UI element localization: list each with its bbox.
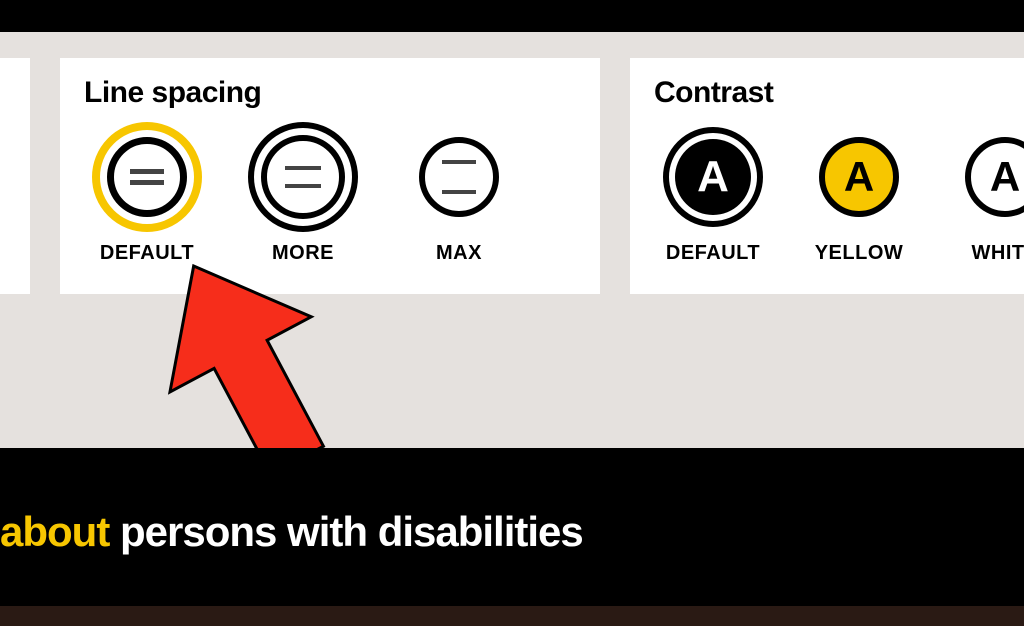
contrast-default-label: DEFAULT	[666, 242, 760, 265]
contrast-default-option[interactable]: A DEFAULT	[658, 122, 768, 265]
line-spacing-options: DEFAULT MORE MAX	[84, 122, 576, 265]
contrast-title: Contrast	[654, 76, 1024, 110]
contrast-white-icon: A	[965, 137, 1024, 217]
contrast-panel: Contrast A DEFAULT A YELLOW A	[630, 58, 1024, 294]
line-spacing-panel: Line spacing DEFAULT MOR	[60, 58, 600, 294]
contrast-options: A DEFAULT A YELLOW A WHITE	[654, 122, 1024, 265]
top-bar	[0, 0, 1024, 32]
line-spacing-more-option[interactable]: MORE	[248, 122, 358, 265]
bottom-heading: about persons with disabilities	[0, 508, 1024, 556]
bottom-heading-yellow: about	[0, 508, 109, 555]
bottom-heading-white: persons with disabilities	[120, 508, 583, 555]
line-spacing-title: Line spacing	[84, 76, 576, 110]
line-spacing-max-label: MAX	[436, 242, 482, 265]
contrast-white-label: WHITE	[972, 242, 1024, 265]
panel-sliver	[0, 58, 30, 294]
bottom-strip	[0, 606, 1024, 626]
line-spacing-default-icon	[92, 122, 202, 232]
contrast-default-icon: A	[663, 127, 763, 227]
bottom-banner: about persons with disabilities	[0, 448, 1024, 626]
line-spacing-default-option[interactable]: DEFAULT	[92, 122, 202, 265]
line-spacing-max-icon	[404, 122, 514, 232]
line-spacing-more-icon	[248, 122, 358, 232]
accessibility-panels: Line spacing DEFAULT MOR	[0, 58, 1024, 294]
contrast-yellow-option[interactable]: A YELLOW	[804, 122, 914, 265]
contrast-yellow-label: YELLOW	[815, 242, 904, 265]
contrast-yellow-icon: A	[819, 137, 899, 217]
line-spacing-max-option[interactable]: MAX	[404, 122, 514, 265]
line-spacing-default-label: DEFAULT	[100, 242, 194, 265]
contrast-white-option[interactable]: A WHITE	[950, 122, 1024, 265]
line-spacing-more-label: MORE	[272, 242, 334, 265]
